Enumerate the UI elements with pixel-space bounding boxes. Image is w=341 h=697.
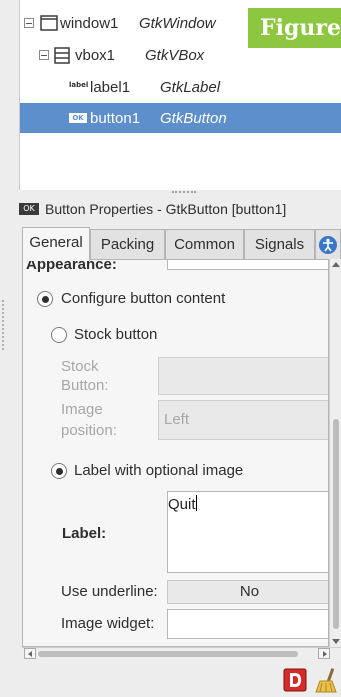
- tree-row-button1[interactable]: OK button1 GtkButton: [20, 103, 341, 133]
- configure-content-radio[interactable]: [37, 291, 53, 307]
- default-value-icon[interactable]: [282, 667, 308, 693]
- button-icon: OK: [19, 203, 39, 215]
- stock-button-radio[interactable]: [51, 327, 67, 343]
- label-with-image-radio[interactable]: [51, 463, 67, 479]
- accessibility-icon: [319, 236, 337, 254]
- widget-tree[interactable]: Figure 5 window1 GtkWindow vbox1 GtkVBox…: [19, 0, 341, 190]
- tab-common[interactable]: Common: [165, 229, 244, 260]
- scroll-down-icon[interactable]: [332, 639, 340, 644]
- text-cursor: [195, 495, 197, 511]
- horizontal-scroll-thumb[interactable]: [38, 651, 298, 657]
- properties-title: Button Properties - GtkButton [button1]: [45, 201, 287, 217]
- tab-general[interactable]: General: [22, 227, 90, 261]
- tree-node-class: GtkLabel: [160, 78, 221, 96]
- label-field-label: Label:: [62, 525, 107, 542]
- pane-resize-grip[interactable]: [172, 191, 196, 193]
- label-text-value: Quit: [168, 496, 196, 513]
- tree-node-name: button1: [90, 109, 141, 127]
- label-icon: label: [69, 81, 89, 89]
- vertical-scroll-thumb[interactable]: [333, 419, 339, 629]
- scroll-right-button[interactable]: [318, 648, 330, 659]
- tree-row-label1[interactable]: label label1 GtkLabel: [20, 72, 341, 102]
- image-widget-label: Image widget:: [61, 615, 155, 632]
- button-icon: OK: [69, 113, 87, 123]
- use-underline-label: Use underline:: [61, 583, 158, 600]
- tree-node-class: GtkButton: [160, 109, 227, 127]
- tree-node-name: window1: [60, 14, 119, 32]
- property-tabs: General Packing Common Signals: [22, 227, 341, 261]
- tree-node-class: GtkWindow: [139, 14, 216, 32]
- collapse-icon[interactable]: [39, 50, 49, 60]
- tab-signals[interactable]: Signals: [244, 229, 315, 260]
- configure-content-label: Configure button content: [61, 290, 226, 307]
- use-underline-toggle[interactable]: No: [167, 580, 328, 604]
- tree-row-window1[interactable]: window1 GtkWindow: [20, 8, 341, 38]
- scroll-right-icon: [323, 651, 327, 657]
- image-position-value: Left: [164, 411, 190, 428]
- clear-broom-icon[interactable]: [314, 667, 340, 693]
- tree-row-vbox1[interactable]: vbox1 GtkVBox: [20, 40, 341, 70]
- image-position-select: Left: [158, 400, 328, 440]
- scroll-up-icon[interactable]: [332, 262, 340, 267]
- label-text-field[interactable]: Quit: [167, 491, 328, 573]
- tree-node-name: label1: [90, 78, 131, 96]
- tab-accessibility[interactable]: [315, 229, 341, 260]
- stock-button-field-label-1: Stock: [61, 358, 99, 375]
- appearance-field: [167, 260, 328, 270]
- properties-header: OK Button Properties - GtkButton [button…: [19, 198, 286, 220]
- tree-node-name: vbox1: [75, 46, 116, 64]
- stock-button-select: [158, 357, 328, 395]
- stock-button-label: Stock button: [74, 326, 158, 343]
- horizontal-scrollbar[interactable]: [22, 647, 341, 659]
- general-panel: Appearance: Configure button content Sto…: [22, 259, 329, 647]
- label-with-image-label: Label with optional image: [74, 462, 244, 479]
- tab-packing[interactable]: Packing: [90, 229, 165, 260]
- tree-node-class: GtkVBox: [145, 46, 205, 64]
- image-widget-field[interactable]: [167, 609, 328, 639]
- appearance-heading: Appearance:: [26, 259, 117, 273]
- side-grip[interactable]: [2, 300, 4, 350]
- vbox-icon: [54, 47, 70, 64]
- scroll-left-button[interactable]: [24, 648, 36, 659]
- stock-button-field-label-2: Button:: [61, 377, 109, 394]
- vertical-scrollbar[interactable]: [329, 259, 341, 647]
- image-position-label-1: Image: [61, 401, 103, 418]
- window-icon: [40, 15, 58, 31]
- scroll-left-icon: [28, 651, 32, 657]
- collapse-icon[interactable]: [24, 18, 34, 28]
- image-position-label-2: position:: [61, 422, 117, 439]
